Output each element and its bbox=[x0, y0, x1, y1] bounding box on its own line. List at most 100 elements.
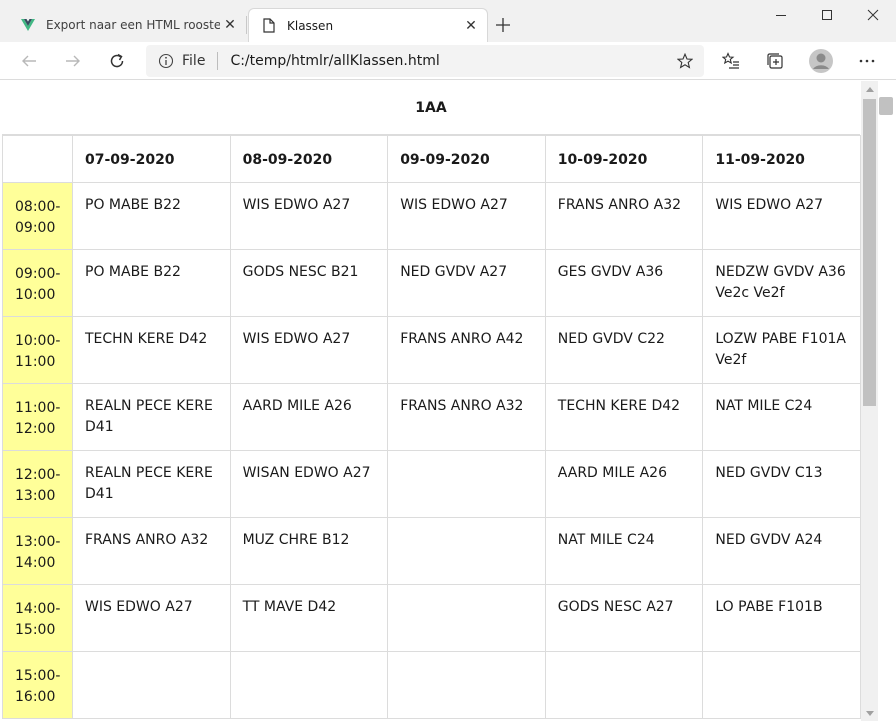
new-tab-button[interactable] bbox=[490, 12, 516, 38]
lesson-cell: NED GVDV C22 bbox=[544, 316, 704, 384]
lesson-cell bbox=[229, 651, 389, 719]
tab-separator bbox=[246, 16, 247, 34]
forward-arrow-icon bbox=[66, 55, 80, 67]
time-slot-cell: 15:00-16:00 bbox=[2, 651, 73, 719]
table-row: 11:00-12:00 REALN PECE KERE D41 AARD MILE … bbox=[2, 383, 861, 451]
forward-button[interactable] bbox=[58, 46, 88, 76]
close-window-button[interactable] bbox=[850, 0, 896, 30]
lesson-cell: LOZW PABE F101A Ve2f bbox=[702, 316, 861, 384]
class-title: 1AA bbox=[2, 81, 860, 135]
lesson-cell bbox=[387, 517, 546, 585]
close-icon bbox=[867, 9, 879, 21]
close-icon[interactable]: ✕ bbox=[220, 15, 240, 35]
lesson-cell: NED GVDV C13 bbox=[702, 450, 861, 518]
table-row: 15:00-16:00 bbox=[2, 651, 861, 719]
lesson-cell bbox=[387, 651, 546, 719]
lesson-cell: AARD MILE A26 bbox=[229, 383, 389, 451]
header-row: 07-09-2020 08-09-2020 09-09-2020 10-09-2… bbox=[2, 135, 861, 183]
day-header: 07-09-2020 bbox=[72, 135, 231, 183]
lesson-cell: TECHN KERE D42 bbox=[544, 383, 704, 451]
lesson-cell bbox=[387, 450, 546, 518]
minimize-icon bbox=[776, 15, 786, 16]
tab-title: Export naar een HTML rooster – bbox=[46, 18, 220, 32]
close-icon[interactable]: ✕ bbox=[461, 16, 481, 36]
lesson-cell: NAT MILE C24 bbox=[702, 383, 861, 451]
time-slot-cell: 09:00-10:00 bbox=[2, 249, 73, 317]
address-divider bbox=[217, 52, 219, 70]
table-row: 12:00-13:00 REALN PECE KERE D41 WISAN EDWO… bbox=[2, 450, 861, 518]
table-row: 10:00-11:00 TECHN KERE D42 WIS EDWO A27 FRA… bbox=[2, 316, 861, 384]
lesson-cell: WIS EDWO A27 bbox=[229, 316, 389, 384]
favorites-button[interactable] bbox=[716, 46, 746, 76]
time-slot-cell: 14:00-15:00 bbox=[2, 584, 73, 652]
table-row: 14:00-15:00 WIS EDWO A27 TT MAVE D42 GODS N… bbox=[2, 584, 861, 652]
lesson-cell: TECHN KERE D42 bbox=[72, 316, 231, 384]
lesson-cell bbox=[72, 651, 231, 719]
time-slot-cell: 10:00-11:00 bbox=[2, 316, 73, 384]
lesson-cell: WIS EDWO A27 bbox=[387, 182, 546, 250]
plus-icon bbox=[496, 18, 510, 32]
lesson-cell: GES GVDV A36 bbox=[544, 249, 704, 317]
day-header: 09-09-2020 bbox=[387, 135, 546, 183]
day-header: 11-09-2020 bbox=[702, 135, 861, 183]
tab-klassen[interactable]: Klassen ✕ bbox=[248, 8, 488, 42]
lesson-cell: PO MABE B22 bbox=[72, 249, 231, 317]
profile-icon bbox=[809, 49, 833, 73]
lesson-cell: WIS EDWO A27 bbox=[72, 584, 231, 652]
star-icon[interactable] bbox=[670, 46, 700, 76]
maximize-icon bbox=[822, 10, 832, 20]
time-slot-cell: 12:00-13:00 bbox=[2, 450, 73, 518]
lesson-cell bbox=[387, 584, 546, 652]
page-icon bbox=[261, 18, 277, 34]
scrollbar-thumb[interactable] bbox=[863, 99, 876, 406]
corner-cell bbox=[2, 135, 73, 183]
lesson-cell: WIS EDWO A27 bbox=[702, 182, 861, 250]
timetable-page: 1AA 07-09-2020 08-09-2020 09-09-2020 10-… bbox=[2, 81, 861, 719]
window-scrollbar-thumb[interactable] bbox=[879, 97, 893, 115]
lesson-cell: MUZ CHRE B12 bbox=[229, 517, 389, 585]
lesson-cell: WIS EDWO A27 bbox=[229, 182, 389, 250]
more-icon bbox=[859, 59, 875, 63]
scroll-down-arrow-icon[interactable] bbox=[861, 705, 878, 721]
page-viewport: 1AA 07-09-2020 08-09-2020 09-09-2020 10-… bbox=[0, 81, 896, 721]
more-button[interactable] bbox=[852, 46, 882, 76]
day-header: 10-09-2020 bbox=[544, 135, 704, 183]
lesson-cell: TT MAVE D42 bbox=[229, 584, 389, 652]
scroll-up-arrow-icon[interactable] bbox=[861, 81, 878, 97]
lesson-cell: REALN PECE KERE D41 bbox=[72, 450, 231, 518]
time-slot-cell: 11:00-12:00 bbox=[2, 383, 73, 451]
back-button[interactable] bbox=[14, 46, 44, 76]
vertical-scrollbar[interactable] bbox=[861, 81, 878, 721]
lesson-cell bbox=[702, 651, 861, 719]
lesson-cell: GODS NESC A27 bbox=[544, 584, 704, 652]
lesson-cell: PO MABE B22 bbox=[72, 182, 231, 250]
lesson-cell: NED GVDV A24 bbox=[702, 517, 861, 585]
lesson-cell bbox=[544, 651, 704, 719]
lesson-cell: FRANS ANRO A32 bbox=[72, 517, 231, 585]
tab-strip: Export naar een HTML rooster – ✕ Klassen… bbox=[0, 0, 896, 42]
minimize-button[interactable] bbox=[758, 0, 804, 30]
lesson-cell: WISAN EDWO A27 bbox=[229, 450, 389, 518]
maximize-button[interactable] bbox=[804, 0, 850, 30]
vue-logo-icon bbox=[20, 17, 36, 33]
day-header: 08-09-2020 bbox=[229, 135, 389, 183]
address-bar[interactable]: File C:/temp/htmlr/allKlassen.html bbox=[146, 45, 704, 77]
collections-icon bbox=[767, 53, 783, 69]
collections-button[interactable] bbox=[760, 46, 790, 76]
url-scheme: File bbox=[182, 53, 206, 69]
lesson-cell: FRANS ANRO A42 bbox=[387, 316, 546, 384]
lesson-cell: NED GVDV A27 bbox=[387, 249, 546, 317]
timetable: 07-09-2020 08-09-2020 09-09-2020 10-09-2… bbox=[2, 135, 861, 719]
lesson-cell: LO PABE F101B bbox=[702, 584, 861, 652]
reload-icon bbox=[110, 53, 124, 68]
back-arrow-icon bbox=[22, 55, 36, 67]
tab-export[interactable]: Export naar een HTML rooster – ✕ bbox=[8, 8, 246, 42]
time-slot-cell: 08:00-09:00 bbox=[2, 182, 73, 250]
url-text[interactable]: C:/temp/htmlr/allKlassen.html bbox=[230, 53, 670, 69]
lesson-cell: NEDZW GVDV A36 Ve2c Ve2f bbox=[702, 249, 861, 317]
lesson-cell: AARD MILE A26 bbox=[544, 450, 704, 518]
info-icon[interactable] bbox=[158, 53, 174, 69]
reload-button[interactable] bbox=[102, 46, 132, 76]
profile-button[interactable] bbox=[806, 46, 836, 76]
lesson-cell: REALN PECE KERE D41 bbox=[72, 383, 231, 451]
